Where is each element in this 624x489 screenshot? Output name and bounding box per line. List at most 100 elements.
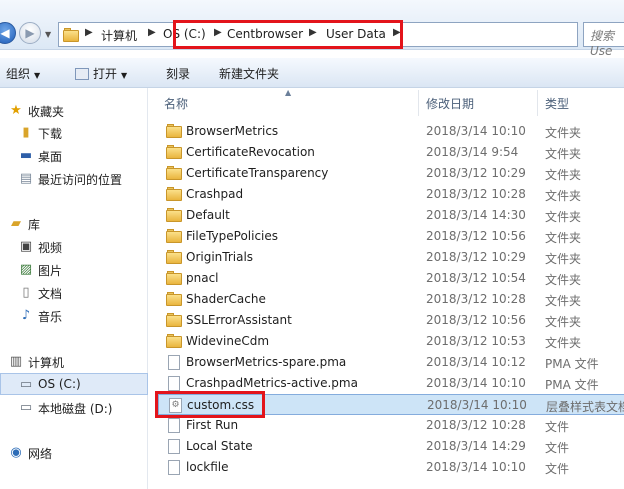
file-date: 2018/3/12 10:28 [426,418,526,432]
search-placeholder: 搜索 Use [590,29,615,58]
file-name: ShaderCache [186,292,266,306]
sidebar-item-documents[interactable]: ▯ 文档 [0,282,148,304]
file-row[interactable]: Local State 2018/3/14 14:29 文件 [158,436,624,457]
organize-button[interactable]: 组织 ▼ [6,65,40,82]
file-date: 2018/3/14 14:30 [426,208,526,222]
sidebar-item-videos[interactable]: ▣ 视频 [0,236,148,258]
sidebar-item-downloads[interactable]: ▮ 下载 [0,122,148,144]
address-highlight-box [173,20,403,49]
sidebar-item-os-c[interactable]: ▭ OS (C:) [0,373,148,395]
chevron-down-icon: ▼ [121,71,128,80]
folder-icon [166,124,182,138]
folder-icon [166,145,182,159]
file-row[interactable]: WidevineCdm 2018/3/12 10:53 文件夹 [158,331,624,352]
file-date: 2018/3/14 10:10 [426,460,526,474]
address-bar-row: ◀ ▶ ▼ ▶ 计算机 ▶ OS (C:) ▶ Centbrowser ▶ Us… [0,0,624,58]
search-input[interactable]: 搜索 Use [583,22,624,58]
back-arrow-icon[interactable]: ◀ [0,22,16,44]
file-date: 2018/3/14 10:10 [427,398,527,412]
music-icon: ♪ [21,308,31,323]
command-toolbar: 组织 ▼ 打开 ▼ 刻录 新建文件夹 [0,58,624,88]
library-icon: ▰ [11,216,21,231]
drive-icon: ▭ [19,377,33,392]
file-date: 2018/3/14 9:54 [426,145,519,159]
file-row[interactable]: OriginTrials 2018/3/12 10:29 文件夹 [158,247,624,268]
recent-pages-dropdown-icon[interactable]: ▼ [45,30,51,39]
column-divider[interactable] [418,90,419,116]
column-divider[interactable] [537,90,538,116]
file-row[interactable]: Crashpad 2018/3/12 10:28 文件夹 [158,184,624,205]
folder-icon [166,271,182,285]
sidebar-item-favorites[interactable]: ★ 收藏夹 [0,100,148,122]
file-type: 文件 [545,420,570,434]
folder-icon [166,250,182,264]
open-icon [75,68,89,80]
file-row[interactable]: Default 2018/3/14 14:30 文件夹 [158,205,624,226]
file-name: pnacl [186,271,219,285]
burn-button[interactable]: 刻录 [166,65,190,82]
forward-arrow-icon[interactable]: ▶ [19,22,41,44]
file-name: OriginTrials [186,250,254,264]
sidebar-item-label: 视频 [38,241,63,255]
downloads-folder-icon: ▮ [22,125,30,140]
sidebar-item-label: 计算机 [28,356,65,370]
file-date: 2018/3/14 14:29 [426,439,526,453]
file-date: 2018/3/14 10:10 [426,376,526,390]
file-date: 2018/3/12 10:28 [426,187,526,201]
folder-icon [166,166,182,180]
chevron-right-icon[interactable]: ▶ [148,27,156,38]
navigation-pane: ★ 收藏夹 ▮ 下载 ▬ 桌面 ▤ 最近访问的位置 ▰ 库 ▣ 视频 ▨ 图片 … [0,88,148,489]
open-button[interactable]: 打开 ▼ [75,65,127,82]
file-type: PMA 文件 [545,357,599,371]
folder-icon [166,334,182,348]
file-icon [166,376,182,391]
file-date: 2018/3/12 10:53 [426,334,526,348]
file-type: 文件 [545,441,570,455]
sidebar-item-music[interactable]: ♪ 音乐 [0,305,148,327]
sidebar-item-label: 最近访问的位置 [38,173,123,187]
sidebar-item-label: 库 [28,218,41,232]
sidebar-item-network[interactable]: ◉ 网络 [0,442,148,464]
sidebar-item-libraries[interactable]: ▰ 库 [0,213,148,235]
chevron-right-icon[interactable]: ▶ [85,27,93,38]
organize-label: 组织 [6,67,31,81]
sidebar-item-label: 音乐 [38,310,63,324]
file-date: 2018/3/12 10:29 [426,166,526,180]
star-icon: ★ [10,103,22,118]
file-row[interactable]: CertificateRevocation 2018/3/14 9:54 文件夹 [158,142,624,163]
file-type: 文件夹 [545,252,582,266]
sidebar-item-computer[interactable]: ▥ 计算机 [0,351,148,373]
new-folder-button[interactable]: 新建文件夹 [219,65,279,82]
sidebar-item-local-d[interactable]: ▭ 本地磁盘 (D:) [0,397,148,419]
file-date: 2018/3/14 10:12 [426,355,526,369]
file-row[interactable]: CertificateTransparency 2018/3/12 10:29 文件… [158,163,624,184]
file-row[interactable]: BrowserMetrics-spare.pma 2018/3/14 10:12 P… [158,352,624,373]
file-name: CertificateTransparency [186,166,329,180]
column-header-name[interactable]: 名称 [164,95,188,112]
sidebar-item-label: 桌面 [38,150,63,164]
file-row[interactable]: FileTypePolicies 2018/3/12 10:56 文件夹 [158,226,624,247]
drive-icon: ▭ [19,400,33,415]
file-list: ▲ 名称 修改日期 类型 BrowserMetrics 2018/3/14 10:… [152,88,624,489]
sidebar-item-label: 文档 [38,287,63,301]
file-name: SSLErrorAssistant [186,313,292,327]
file-row[interactable]: SSLErrorAssistant 2018/3/12 10:56 文件夹 [158,310,624,331]
file-type: 文件夹 [545,315,582,329]
file-row[interactable]: BrowserMetrics 2018/3/14 10:10 文件夹 [158,121,624,142]
sidebar-item-desktop[interactable]: ▬ 桌面 [0,145,148,167]
file-row[interactable]: pnacl 2018/3/12 10:54 文件夹 [158,268,624,289]
breadcrumb-computer[interactable]: 计算机 [101,27,137,44]
folder-icon [166,229,182,243]
recent-places-icon: ▤ [19,171,33,186]
sidebar-item-recent[interactable]: ▤ 最近访问的位置 [0,168,148,190]
file-row[interactable]: lockfile 2018/3/14 10:10 文件 [158,457,624,478]
column-header-date[interactable]: 修改日期 [426,95,474,112]
sidebar-item-pictures[interactable]: ▨ 图片 [0,259,148,281]
file-row[interactable]: ShaderCache 2018/3/12 10:28 文件夹 [158,289,624,310]
file-date: 2018/3/12 10:56 [426,313,526,327]
sidebar-item-label: 网络 [28,447,53,461]
file-row[interactable]: First Run 2018/3/12 10:28 文件 [158,415,624,436]
file-name: BrowserMetrics [186,124,279,138]
column-header-type[interactable]: 类型 [545,95,569,112]
sidebar-item-label: 本地磁盘 (D:) [38,402,113,416]
